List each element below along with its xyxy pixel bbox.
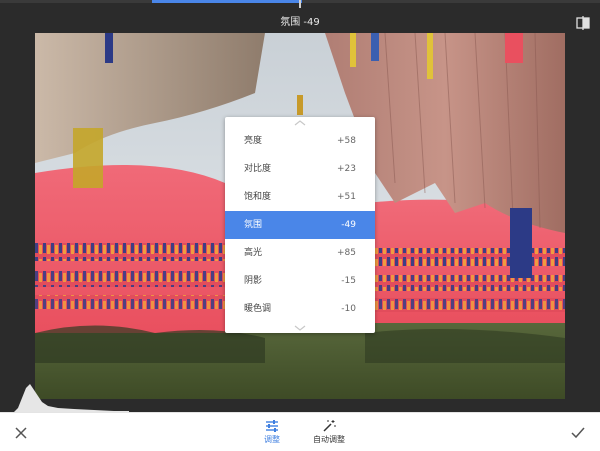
menu-item-label: 对比度 <box>244 164 272 174</box>
menu-item-highlights[interactable]: 高光 +85 <box>225 239 375 267</box>
menu-item-label: 暖色调 <box>244 304 272 314</box>
menu-item-label: 阴影 <box>244 276 263 286</box>
menu-item-value: +85 <box>337 248 356 258</box>
current-adjustment-label: 氛围 -49 <box>280 17 320 28</box>
menu-item-warmth[interactable]: 暖色调 -10 <box>225 295 375 323</box>
scroll-down-icon[interactable] <box>294 325 306 331</box>
adjustment-progress-track[interactable] <box>0 0 600 8</box>
top-bar: 氛围 -49 <box>0 0 600 33</box>
histogram <box>14 378 134 412</box>
compare-split-icon <box>576 16 590 30</box>
menu-item-value: +51 <box>337 192 356 202</box>
menu-item-label: 亮度 <box>244 136 263 146</box>
apply-button[interactable] <box>568 424 588 442</box>
tool-auto-adjust[interactable]: 自动调整 <box>306 419 352 445</box>
menu-item-value: -15 <box>341 276 356 286</box>
menu-item-ambiance[interactable]: 氛围 -49 <box>225 211 375 239</box>
menu-item-value: -49 <box>341 220 356 230</box>
tool-adjust-label: 调整 <box>264 435 280 444</box>
menu-item-brightness[interactable]: 亮度 +58 <box>225 127 375 155</box>
menu-item-shadows[interactable]: 阴影 -15 <box>225 267 375 295</box>
scroll-up-icon[interactable] <box>294 120 306 126</box>
menu-item-contrast[interactable]: 对比度 +23 <box>225 155 375 183</box>
tool-adjust[interactable]: 调整 <box>252 419 292 445</box>
adjustment-menu: 亮度 +58 对比度 +23 饱和度 +51 氛围 -49 高光 +85 阴影 … <box>225 117 375 333</box>
menu-item-label: 高光 <box>244 248 263 258</box>
menu-item-value: -10 <box>341 304 356 314</box>
menu-item-value: +58 <box>337 136 356 146</box>
menu-item-saturation[interactable]: 饱和度 +51 <box>225 183 375 211</box>
menu-item-label: 饱和度 <box>244 192 272 202</box>
checkmark-icon <box>571 427 585 439</box>
menu-item-label: 氛围 <box>244 220 263 230</box>
adjustment-center-marker <box>299 0 301 8</box>
tool-auto-adjust-label: 自动调整 <box>313 435 345 444</box>
menu-item-value: +23 <box>337 164 356 174</box>
cancel-button[interactable] <box>12 424 30 442</box>
magic-wand-icon <box>323 420 336 432</box>
compare-button[interactable] <box>575 15 591 31</box>
sliders-icon <box>266 420 278 432</box>
bottom-toolbar: 调整 自动调整 <box>0 412 600 451</box>
close-icon <box>15 427 27 439</box>
adjustment-progress-fill <box>152 0 302 3</box>
